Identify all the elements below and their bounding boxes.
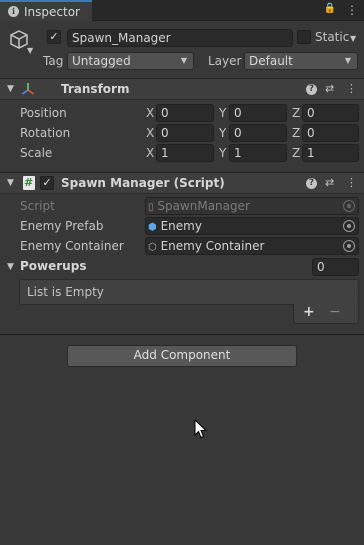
scale-label[interactable]: Scale [20,146,52,160]
tab-inspector[interactable]: i Inspector [0,0,92,21]
rotation-z-label[interactable]: Z [292,126,300,140]
mouse-cursor-icon [194,418,208,439]
spawn-manager-header[interactable]: ▼ # ✓ Spawn Manager (Script) ? ⇄ ⋮ [0,172,364,194]
tab-icons: 🔒 ⋮ [324,3,358,17]
position-y-field[interactable]: 0 [229,104,287,122]
script-enabled-checkbox[interactable]: ✓ [40,176,54,190]
chevron-down-icon: ▼ [180,56,187,65]
tag-dropdown[interactable]: Untagged ▼ [67,52,194,70]
more-options-icon[interactable]: ⋮ [346,82,357,95]
static-dropdown-icon[interactable]: ▼ [350,34,356,43]
menu-icon[interactable]: ⋮ [346,3,358,17]
add-component-button[interactable]: Add Component [67,345,297,367]
position-x-label[interactable]: X [146,106,154,120]
enemy-container-value: Enemy Container [160,239,265,253]
scale-z-label[interactable]: Z [292,146,300,160]
layer-value: Default [249,54,293,68]
static-checkbox[interactable] [297,30,311,44]
enemy-prefab-label[interactable]: Enemy Prefab [20,219,103,233]
static-label[interactable]: Static [315,30,349,44]
script-file-icon: ▯ [148,202,154,213]
spawn-manager-title: Spawn Manager (Script) [61,176,225,190]
tab-bar: i Inspector 🔒 ⋮ [0,0,364,21]
presets-icon[interactable]: ⇄ [325,82,334,95]
prefab-icon: ⬢ [148,222,157,233]
more-options-icon[interactable]: ⋮ [346,176,357,189]
tag-label: Tag [43,54,64,68]
enemy-container-label[interactable]: Enemy Container [20,239,124,253]
remove-element-button[interactable]: − [329,304,341,320]
enemy-prefab-field[interactable]: ⬢ Enemy [145,217,359,235]
script-field-label: Script [20,199,55,213]
object-picker-icon[interactable] [343,240,355,252]
object-picker-icon [343,200,355,212]
layer-dropdown[interactable]: Default ▼ [244,52,358,70]
gameobject-name-field[interactable]: Spawn_Manager [67,29,293,47]
component-divider [0,334,364,335]
powerups-label[interactable]: Powerups [20,259,86,273]
active-checkbox[interactable]: ✓ [47,30,61,44]
gameobject-small-icon: ⬡ [148,242,157,253]
lock-icon[interactable]: 🔒 [324,3,336,17]
script-icon: # [23,176,35,190]
script-field-value: SpawnManager [157,199,250,213]
rotation-x-label[interactable]: X [146,126,154,140]
position-x-field[interactable]: 0 [156,104,214,122]
position-label[interactable]: Position [20,106,67,120]
transform-title: Transform [61,82,130,96]
enemy-prefab-value: Enemy [160,219,202,233]
foldout-arrow-icon[interactable]: ▼ [7,84,14,94]
position-z-label[interactable]: Z [292,106,300,120]
rotation-label[interactable]: Rotation [20,126,70,140]
scale-y-field[interactable]: 1 [229,144,287,162]
transform-icon [20,81,36,97]
rotation-y-field[interactable]: 0 [229,124,287,142]
rotation-y-label[interactable]: Y [219,126,226,140]
scale-y-label[interactable]: Y [219,146,226,160]
position-z-field[interactable]: 0 [302,104,359,122]
foldout-arrow-icon[interactable]: ▼ [7,178,14,188]
powerups-list: List is Empty [19,279,359,305]
list-empty-text: List is Empty [27,285,104,299]
rotation-z-field[interactable]: 0 [302,124,359,142]
chevron-down-icon: ▼ [344,56,351,65]
help-icon[interactable]: ? [306,84,317,95]
script-field: ▯ SpawnManager [145,197,359,215]
add-element-button[interactable]: + [303,304,315,320]
gameobject-icon-dropdown-icon[interactable]: ▼ [27,46,33,55]
powerups-size-field[interactable]: 0 [312,258,359,276]
list-footer: + − [293,304,359,324]
enemy-container-field[interactable]: ⬡ Enemy Container [145,237,359,255]
object-picker-icon[interactable] [343,220,355,232]
presets-icon[interactable]: ⇄ [325,176,334,189]
layer-label: Layer [208,54,242,68]
scale-z-field[interactable]: 1 [302,144,359,162]
info-icon: i [8,6,19,17]
tab-inspector-label: Inspector [24,4,80,19]
rotation-x-field[interactable]: 0 [156,124,214,142]
scale-x-field[interactable]: 1 [156,144,214,162]
help-icon[interactable]: ? [306,178,317,189]
tag-value: Untagged [72,54,131,68]
powerups-foldout-icon[interactable]: ▼ [7,262,14,272]
position-y-label[interactable]: Y [219,106,226,120]
scale-x-label[interactable]: X [146,146,154,160]
transform-header[interactable]: ▼ Transform ? ⇄ ⋮ [0,78,364,100]
